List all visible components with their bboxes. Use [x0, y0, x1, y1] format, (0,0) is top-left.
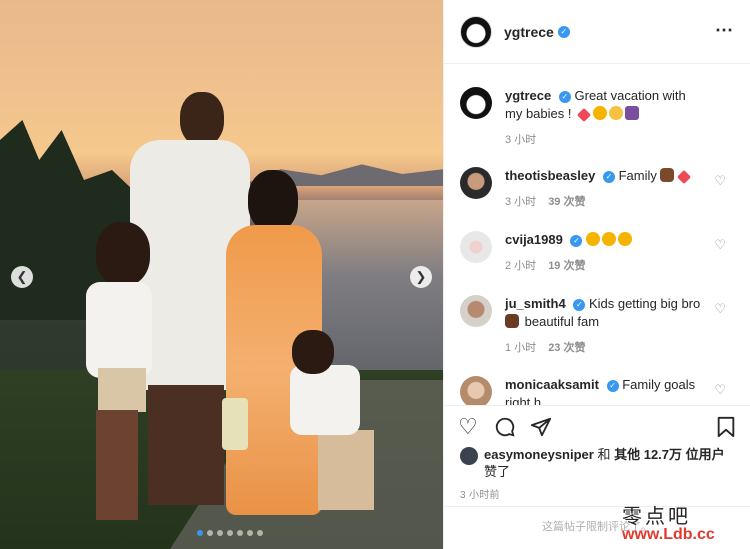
- comment-text-line2: beautiful fam: [524, 314, 600, 329]
- star-eyes-emoji-icon: [586, 232, 601, 246]
- post-photo[interactable]: ❮ ❯: [0, 0, 443, 549]
- comment-avatar[interactable]: [460, 167, 492, 199]
- girl-figure-head: [96, 222, 150, 286]
- comment-username[interactable]: ju_smith4: [505, 296, 566, 311]
- author-avatar[interactable]: [460, 15, 492, 48]
- comment-item: monicaaksamit ✓ Family goals right h ♡: [460, 376, 740, 405]
- comment-item: theotisbeasley ✓ Family 3 小时 39 次赞 ♡: [460, 167, 740, 209]
- verified-badge-icon: ✓: [573, 298, 586, 311]
- comment-time: 2 小时: [505, 260, 537, 272]
- carousel-dot: [207, 530, 213, 536]
- liker-avatar[interactable]: [460, 447, 478, 465]
- girl-figure-shorts: [98, 368, 146, 412]
- comment-likes[interactable]: 23 次赞: [548, 342, 585, 354]
- carousel-prev-button[interactable]: ❮: [11, 266, 33, 288]
- carousel-dot: [227, 530, 233, 536]
- verified-badge-icon: ✓: [570, 234, 583, 247]
- flexed-biceps-emoji-icon: [660, 168, 675, 182]
- comment-text: Family: [618, 168, 657, 183]
- carousel-dot: [257, 530, 263, 536]
- like-comment-heart-icon[interactable]: ♡: [714, 237, 726, 253]
- like-comment-heart-icon[interactable]: ♡: [714, 301, 726, 317]
- mother-emoji-icon: [505, 314, 519, 328]
- comment-username[interactable]: theotisbeasley: [505, 168, 595, 183]
- woman-figure-head: [248, 170, 298, 232]
- star-eyes-emoji-icon: [602, 232, 617, 246]
- comment-avatar[interactable]: [460, 231, 492, 263]
- carousel-dot: [197, 530, 203, 536]
- like-comment-heart-icon[interactable]: ♡: [714, 173, 726, 189]
- smiling-hearts-emoji-icon: [609, 106, 624, 120]
- carousel-dots: [197, 530, 263, 536]
- comment-text-line2: right h: [505, 395, 542, 405]
- liker-username[interactable]: easymoneysniper: [484, 447, 594, 462]
- comment-username[interactable]: monicaaksamit: [505, 377, 599, 392]
- star-eyes-emoji-icon: [593, 106, 608, 120]
- toddler-figure-pants: [318, 430, 374, 510]
- post-timestamp[interactable]: 3 小时前: [460, 486, 500, 501]
- comment-time: 3 小时: [505, 196, 537, 208]
- comment-avatar[interactable]: [460, 376, 492, 405]
- carousel-dot: [217, 530, 223, 536]
- carousel-next-button[interactable]: ❯: [410, 266, 432, 288]
- caption: ygtrece ✓ Great vacation with my babies …: [460, 87, 740, 147]
- girl-figure: [86, 282, 152, 378]
- star-eyes-emoji-icon: [618, 232, 633, 246]
- toddler-figure: [290, 365, 360, 435]
- more-options-icon[interactable]: ⋯: [715, 20, 734, 41]
- comment-item: ju_smith4 ✓ Kids getting big bro beautif…: [460, 295, 740, 355]
- post-header: ygtrece ✓ ⋯: [444, 0, 750, 64]
- carousel-dot: [247, 530, 253, 536]
- comment-time: 1 小时: [505, 342, 537, 354]
- comment-likes[interactable]: 19 次赞: [548, 260, 585, 272]
- man-figure-legs: [148, 385, 224, 505]
- man-figure-head: [180, 92, 224, 146]
- comment-item: cvija1989 ✓ 2 小时 19 次赞 ♡: [460, 231, 740, 273]
- comment-username[interactable]: cvija1989: [505, 232, 563, 247]
- action-bar: ♡: [444, 405, 750, 447]
- comment-avatar[interactable]: [460, 295, 492, 327]
- verified-badge-icon: ✓: [557, 25, 570, 38]
- watermark-logo: 零点吧: [622, 504, 691, 528]
- caption-username[interactable]: ygtrece: [505, 88, 551, 103]
- save-bookmark-icon[interactable]: [716, 416, 736, 442]
- comment-list: ygtrece ✓ Great vacation with my babies …: [444, 65, 750, 405]
- likes-suffix: 赞了: [484, 464, 511, 479]
- toddler-figure-head: [292, 330, 334, 374]
- like-heart-icon[interactable]: ♡: [458, 416, 478, 438]
- author-username[interactable]: ygtrece: [504, 24, 554, 40]
- share-paper-plane-icon[interactable]: [530, 416, 552, 442]
- verified-badge-icon: ✓: [606, 379, 619, 392]
- heart-emoji-icon: [677, 169, 692, 185]
- likes-summary: easymoneysniper 和 其他 12.7万 位用户 赞了: [460, 446, 740, 480]
- carousel-dot: [237, 530, 243, 536]
- verified-badge-icon: ✓: [558, 90, 571, 103]
- comment-bubble-icon[interactable]: [494, 416, 516, 442]
- caption-avatar[interactable]: [460, 87, 492, 119]
- girl-figure-legs: [96, 410, 138, 520]
- post-side-panel: ygtrece ✓ ⋯ ygtrece ✓ Great vacation wit…: [443, 0, 750, 549]
- likes-others-count[interactable]: 其他 12.7万 位用户: [614, 447, 725, 462]
- watermark-url: www.Ldb.cc: [622, 526, 715, 543]
- handbag: [222, 398, 248, 450]
- heart-emoji-icon: [577, 107, 592, 123]
- family-emoji-icon: [625, 106, 640, 120]
- likes-joiner: 和: [597, 447, 611, 462]
- like-comment-heart-icon[interactable]: ♡: [714, 382, 726, 398]
- comment-text: Kids getting big bro: [588, 296, 701, 311]
- comment-text: Family goals: [622, 377, 696, 392]
- caption-time: 3 小时: [505, 134, 537, 146]
- comment-likes[interactable]: 39 次赞: [548, 196, 585, 208]
- verified-badge-icon: ✓: [602, 170, 615, 183]
